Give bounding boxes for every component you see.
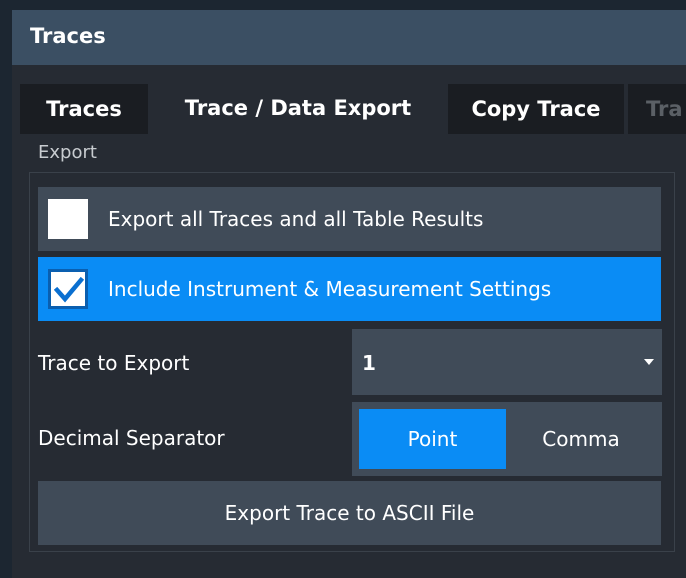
trace-to-export-label: Trace to Export — [38, 351, 190, 375]
export-all-label: Export all Traces and all Table Results — [108, 207, 484, 231]
export-section-label: Export — [38, 142, 97, 163]
window-title: Traces — [30, 24, 106, 48]
export-trace-button[interactable]: Export Trace to ASCII File — [38, 481, 661, 545]
window-title-bar: Traces — [12, 10, 686, 65]
tab-strip: Traces Trace / Data Export Copy Trace Tr… — [14, 78, 686, 138]
tab-copy-trace[interactable]: Copy Trace — [448, 84, 624, 134]
tab-truncated[interactable]: Tra — [628, 84, 686, 134]
trace-to-export-dropdown[interactable]: 1 — [352, 329, 662, 395]
include-settings-checkbox[interactable] — [48, 269, 88, 309]
include-settings-label: Include Instrument & Measurement Setting… — [108, 277, 552, 301]
tab-traces[interactable]: Traces — [20, 84, 148, 134]
checkmark-icon — [54, 276, 84, 303]
export-all-checkbox[interactable] — [48, 199, 88, 239]
decimal-separator-label: Decimal Separator — [38, 426, 225, 450]
decimal-point-option[interactable]: Point — [359, 409, 506, 469]
trace-to-export-value: 1 — [362, 351, 376, 375]
decimal-separator-toggle: Point Comma — [352, 402, 662, 476]
chevron-down-icon — [644, 359, 654, 365]
decimal-comma-option[interactable]: Comma — [506, 409, 656, 469]
tab-trace-data-export[interactable]: Trace / Data Export — [152, 78, 444, 138]
include-settings-toggle[interactable]: Include Instrument & Measurement Setting… — [38, 257, 661, 321]
export-all-traces-toggle[interactable]: Export all Traces and all Table Results — [38, 187, 661, 251]
